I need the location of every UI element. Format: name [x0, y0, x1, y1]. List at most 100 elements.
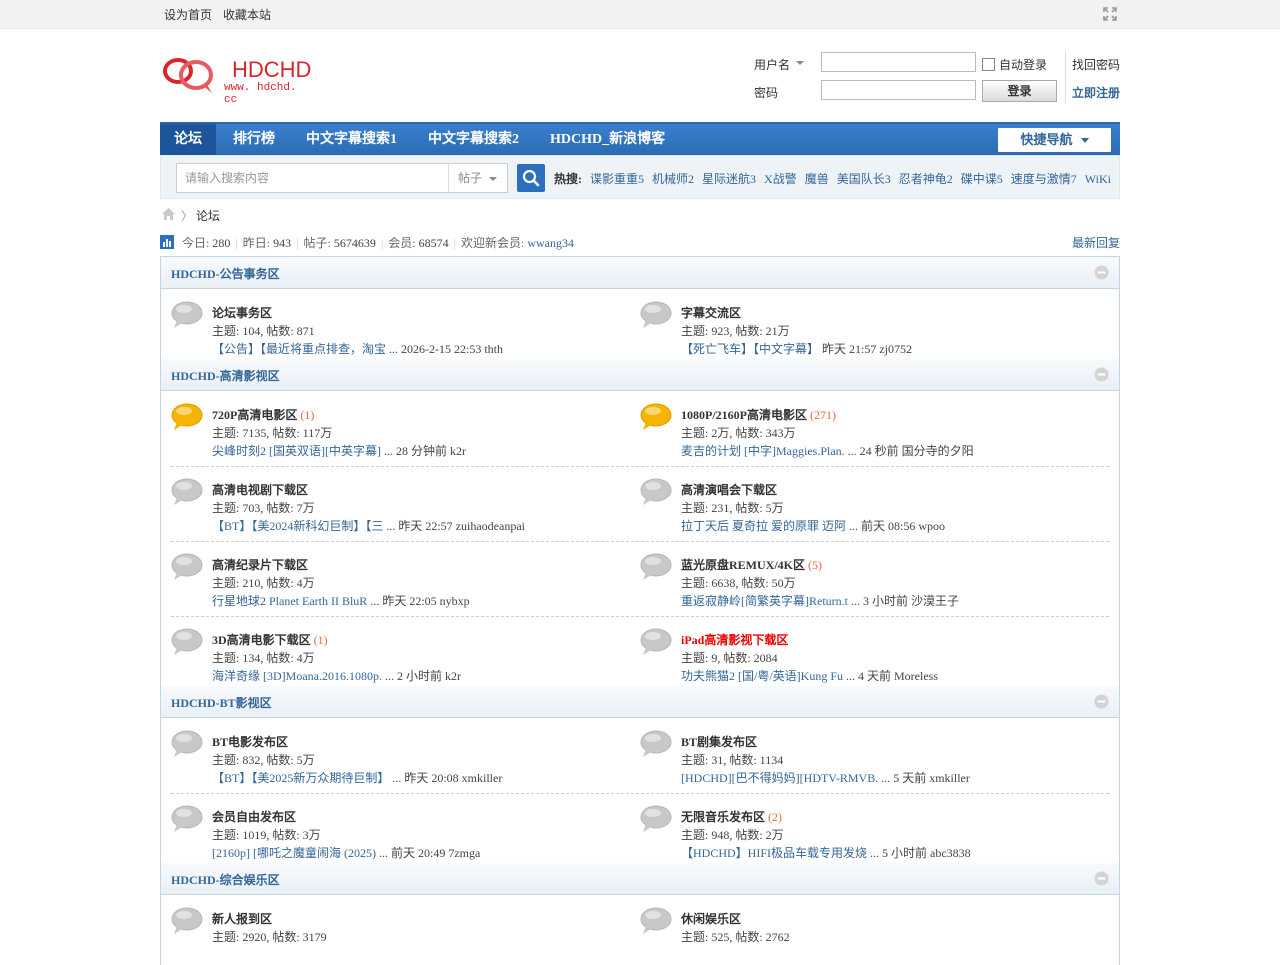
forum-name-text[interactable]: 论坛事务区 [212, 306, 272, 320]
last-post-link[interactable]: 重返寂静岭[简繁英字幕]Return.t [681, 594, 848, 608]
collapse-icon[interactable] [1094, 694, 1109, 709]
section-title[interactable]: HDCHD-高清影视区 [171, 367, 280, 384]
forum-name[interactable]: 会员自由发布区 [212, 808, 296, 825]
forum-name[interactable]: 休闲娱乐区 [681, 910, 741, 927]
last-post-link[interactable]: 尖峰时刻2 [国英双语][中英字幕] [212, 444, 381, 458]
collapse-icon[interactable] [1094, 871, 1109, 886]
last-post-link[interactable]: [HDCHD][巴不得妈妈][HDTV-RMVB. [681, 771, 878, 785]
hot-link[interactable]: X战警 [764, 172, 797, 186]
forum-name-text[interactable]: 3D高清电影下载区 [212, 633, 311, 647]
auto-login[interactable]: 自动登录 [982, 56, 1047, 73]
login-button[interactable]: 登录 [982, 80, 1057, 102]
hot-link[interactable]: WiKi [1085, 172, 1111, 186]
last-post-link[interactable]: 【公告】【最近将重点排查，淘宝 [212, 342, 386, 356]
forum-item: BT电影发布区 主题: 832, 帖数: 5万 【BT】【美2025新万众期待巨制】… [171, 722, 631, 787]
forum-item: 蓝光原盘REMUX/4K区 (5) 主题: 6638, 帖数: 50万 重返寂静岭[简… [640, 545, 1100, 610]
latest-replies-link[interactable]: 最新回复 [1072, 234, 1120, 251]
forum-name-text[interactable]: 高清纪录片下载区 [212, 558, 308, 572]
today-label: 今日: [182, 236, 210, 250]
forum-name-text[interactable]: BT电影发布区 [212, 735, 288, 749]
row-divider [171, 541, 1109, 542]
username-input[interactable] [821, 52, 976, 72]
set-home-link[interactable]: 设为首页 [164, 8, 212, 22]
username-label[interactable]: 用户名 [754, 56, 790, 73]
last-post-link[interactable]: 【BT】【美2025新万众期待巨制】 [212, 771, 389, 785]
forum-name-text[interactable]: 高清演唱会下载区 [681, 483, 777, 497]
register-link[interactable]: 立即注册 [1072, 84, 1120, 101]
nav-forum[interactable]: 论坛 [160, 124, 216, 155]
forum-name[interactable]: BT剧集发布区 [681, 733, 757, 750]
fullscreen-icon[interactable] [1102, 6, 1118, 22]
forum-name[interactable]: 无限音乐发布区 (2) [681, 808, 782, 825]
forum-name[interactable]: iPad高清影视下载区 [681, 631, 788, 648]
last-post-link[interactable]: 拉丁天后 夏奇拉 爱的原罪 迈阿 [681, 519, 846, 533]
forgot-password-link[interactable]: 找回密码 [1072, 56, 1120, 73]
username-type-caret-icon[interactable] [796, 61, 804, 65]
newest-member-link[interactable]: wwang34 [527, 236, 574, 250]
forum-name-text[interactable]: 蓝光原盘REMUX/4K区 [681, 558, 805, 572]
hot-link[interactable]: 碟中谍5 [961, 172, 1003, 186]
home-icon[interactable] [161, 207, 176, 221]
collapse-icon[interactable] [1094, 265, 1109, 280]
forum-name-text[interactable]: 字幕交流区 [681, 306, 741, 320]
last-post-meta: ... 5 天前 xmkiller [878, 771, 970, 785]
forum-name[interactable]: 720P高清电影区 (1) [212, 406, 314, 423]
bookmark-link[interactable]: 收藏本站 [223, 8, 271, 22]
forum-name[interactable]: 高清演唱会下载区 [681, 481, 777, 498]
breadcrumb: 〉 论坛 [160, 205, 1120, 225]
forum-name[interactable]: BT电影发布区 [212, 733, 288, 750]
forum-name-text[interactable]: 无限音乐发布区 [681, 810, 765, 824]
forum-name-text[interactable]: 1080P/2160P高清电影区 [681, 408, 807, 422]
forum-name-text[interactable]: 新人报到区 [212, 912, 272, 926]
hot-link[interactable]: 忍者神龟2 [899, 172, 953, 186]
auto-login-checkbox[interactable] [982, 58, 995, 71]
forum-name[interactable]: 字幕交流区 [681, 304, 741, 321]
last-post-link[interactable]: [2160p] [哪吒之魔童闹海 (2025) [212, 846, 376, 860]
section-title[interactable]: HDCHD-公告事务区 [171, 265, 280, 282]
last-post-link[interactable]: 【BT】【美2024新科幻巨制】【三 [212, 519, 383, 533]
forum-name[interactable]: 蓝光原盘REMUX/4K区 (5) [681, 556, 822, 573]
hot-link[interactable]: 谍影重重5 [590, 172, 644, 186]
last-post-link[interactable]: 麦吉的计划 [中字]Maggies.Plan. [681, 444, 845, 458]
quick-nav-button[interactable]: 快捷导航 [998, 128, 1111, 152]
forum-name-text[interactable]: 720P高清电影区 [212, 408, 297, 422]
last-post-link[interactable]: 【HDCHD】HIFI极品车载专用发烧 [681, 846, 867, 860]
forum-name-text[interactable]: 高清电视剧下载区 [212, 483, 308, 497]
forum-name[interactable]: 高清电视剧下载区 [212, 481, 308, 498]
forum-name[interactable]: 1080P/2160P高清电影区 (271) [681, 406, 836, 423]
nav-subtitle-search-2[interactable]: 中文字幕搜索2 [414, 124, 533, 155]
forum-item: 论坛事务区 主题: 104, 帖数: 871 【公告】【最近将重点排查，淘宝 ...… [171, 293, 631, 358]
forum-name[interactable]: 高清纪录片下载区 [212, 556, 308, 573]
search-type-select[interactable]: 帖子 [448, 163, 508, 193]
welcome-label: 欢迎新会员: [461, 236, 525, 250]
last-post-link[interactable]: 行星地球2 Planet Earth II BluR [212, 594, 367, 608]
forum-name[interactable]: 论坛事务区 [212, 304, 272, 321]
search-button[interactable] [517, 164, 545, 192]
section-title[interactable]: HDCHD-BT影视区 [171, 694, 272, 711]
new-post-count: (2) [768, 810, 783, 824]
hot-link[interactable]: 美国队长3 [837, 172, 891, 186]
password-input[interactable] [821, 80, 976, 100]
nav-sina-blog[interactable]: HDCHD_新浪博客 [536, 124, 679, 155]
forum-name-text[interactable]: 休闲娱乐区 [681, 912, 741, 926]
forum-name-text[interactable]: 会员自由发布区 [212, 810, 296, 824]
last-post-link[interactable]: 功夫熊猫2 [国/粤/英语]Kung Fu [681, 669, 843, 683]
nav-subtitle-search-1[interactable]: 中文字幕搜索1 [292, 124, 411, 155]
forum-name-text[interactable]: BT剧集发布区 [681, 735, 757, 749]
hot-link[interactable]: 机械师2 [652, 172, 694, 186]
top-bar: 设为首页 收藏本站 [0, 0, 1280, 29]
hot-link[interactable]: 星际迷航3 [702, 172, 756, 186]
forum-name[interactable]: 3D高清电影下载区 (1) [212, 631, 328, 648]
forum-name[interactable]: 新人报到区 [212, 910, 272, 927]
collapse-icon[interactable] [1094, 367, 1109, 382]
search-input[interactable]: 请输入搜索内容 [176, 163, 449, 193]
stats-divider: | [296, 236, 299, 250]
nav-ranking[interactable]: 排行榜 [219, 124, 289, 155]
section-title[interactable]: HDCHD-综合娱乐区 [171, 871, 280, 888]
last-post-link[interactable]: 【死亡飞车】【中文字幕】 [681, 342, 819, 356]
site-logo[interactable]: HDCHD www. hdchd. cc [162, 55, 312, 106]
hot-link[interactable]: 魔兽 [805, 172, 829, 186]
hot-link[interactable]: 速度与激情7 [1011, 172, 1077, 186]
last-post-link[interactable]: 海洋奇缘 [3D]Moana.2016.1080p. [212, 669, 382, 683]
forum-name-text[interactable]: iPad高清影视下载区 [681, 633, 788, 647]
